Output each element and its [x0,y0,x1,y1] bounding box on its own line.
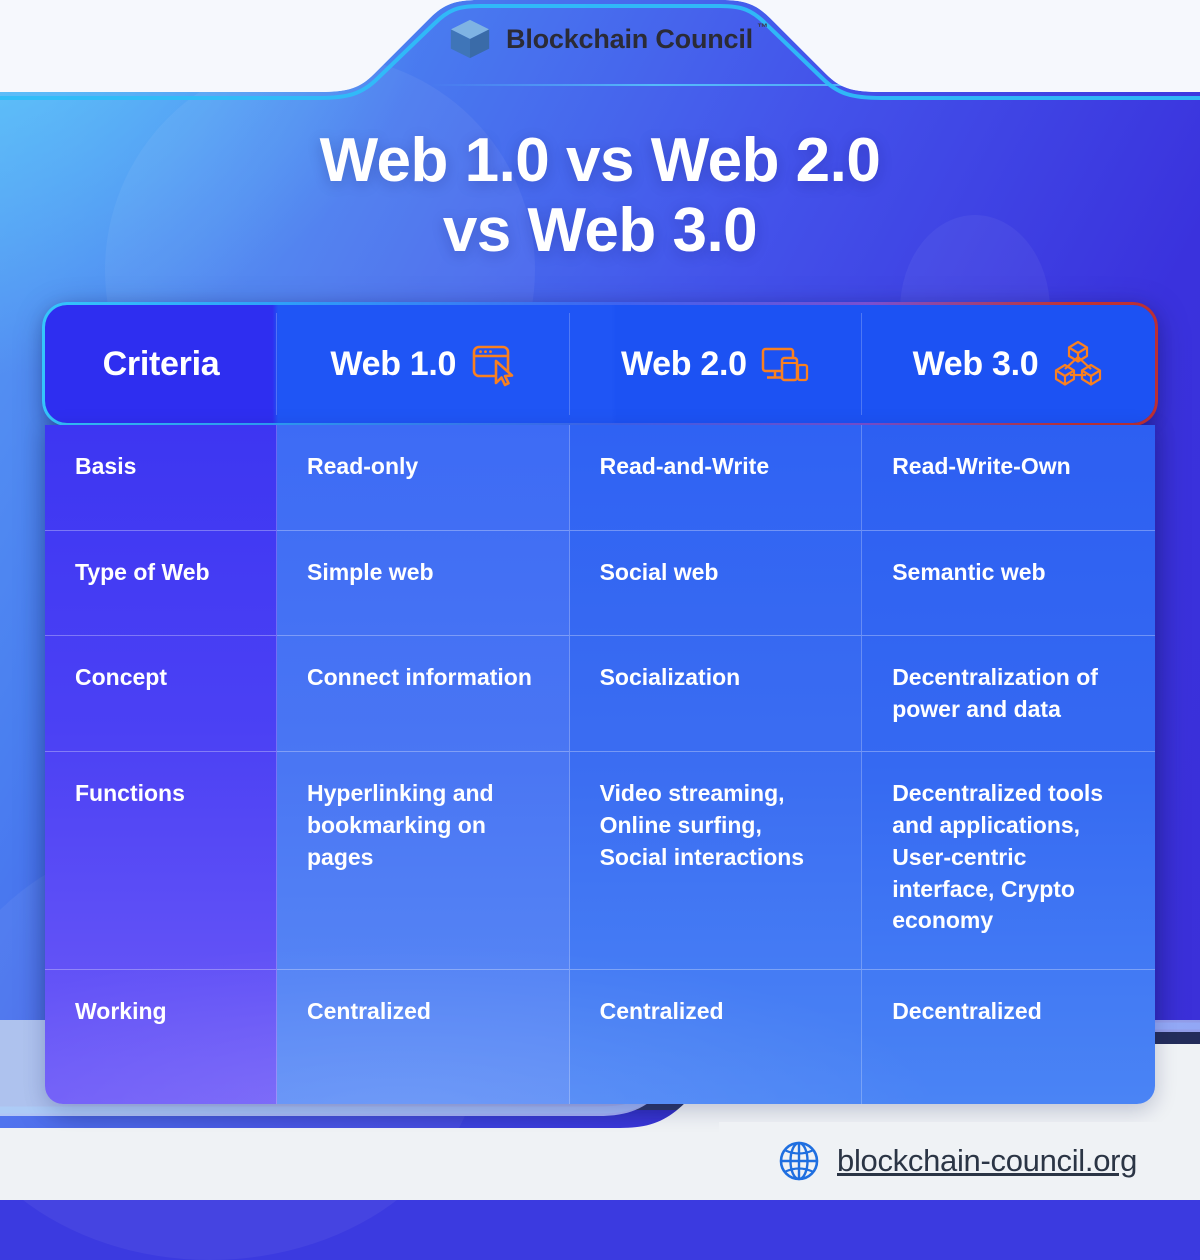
blockchain-cubes-icon [1055,340,1102,386]
table-header-web3: Web 3.0 [862,305,1155,423]
cell-web3: Read-Write-Own [892,453,1071,479]
cell-web1: Centralized [277,969,570,1105]
page-title: Web 1.0 vs Web 2.0 vs Web 3.0 [0,126,1200,266]
table-body: Basis Read-only Read-and-Write Read-Writ… [45,425,1155,1105]
header-label-web2: Web 2.0 [621,344,747,383]
header-label-web3: Web 3.0 [912,344,1039,383]
table-header-criteria: Criteria [45,305,277,423]
cell-web2: Social web [569,530,863,635]
table-row: Working Centralized Centralized Decentra… [45,969,1155,1105]
devices-monitor-phone-icon [761,347,808,382]
cell-web3: Decentralized [862,969,1155,1104]
row-label: Basis [45,425,277,530]
table-row: Basis Read-only Read-and-Write Read-Writ… [45,425,1155,530]
table-row: Functions Hyperlinking and bookmarking o… [45,751,1155,970]
row-label: Type of Web [45,530,277,635]
table-header-web1: Web 1.0 [277,305,570,423]
cell-web2: Read-and-Write [570,425,863,530]
table-header-row: Criteria Web 1.0 Web 2.0 Web 3.0 [45,305,1155,423]
cell-web2: Centralized [569,969,863,1105]
row-label: Functions [45,751,277,970]
cell-web2: Video streaming, Online surfing, Social … [569,751,863,970]
logo-text: Blockchain Council [506,23,753,54]
table-rows: Basis Read-only Read-and-Write Read-Writ… [45,425,1155,1105]
cell-web1: Read-only [277,425,570,530]
cell-web3: Decentralized tools and applications, Us… [862,751,1155,969]
comparison-table: Criteria Web 1.0 Web 2.0 Web 3.0 Basis R… [45,305,1155,1113]
title-line-2: vs Web 3.0 [442,196,758,266]
cell-web3: Decentralization of power and data [862,635,1155,751]
header-label-criteria: Criteria [102,344,220,383]
trademark-symbol: ™ [757,21,768,34]
cell-web2: Socialization [569,635,863,752]
website-url-link[interactable]: blockchain-council.org [837,1143,1137,1179]
cell-web1: Hyperlinking and bookmarking on pages [277,751,570,970]
cube-icon [450,19,490,59]
table-row: Concept Connect information Socializatio… [45,635,1155,752]
footer-bar: blockchain-council.org [719,1122,1200,1200]
cell-web1: Simple web [277,530,570,635]
brand-logo: Blockchain Council ™ [0,16,1200,62]
title-line-1: Web 1.0 vs Web 2.0 [319,126,881,195]
table-row: Type of Web Simple web Social web Semant… [45,530,1155,635]
row-label: Working [45,969,277,1105]
cell-web3: Semantic web [862,530,1155,635]
globe-icon [779,1141,819,1181]
browser-window-cursor-icon [472,345,514,387]
table-header-web2: Web 2.0 [570,305,863,423]
row-label: Concept [45,635,277,752]
header-label-web1: Web 1.0 [330,344,457,383]
logo-wordmark: Blockchain Council ™ [506,22,768,55]
cell-web1: Connect information [277,635,570,752]
